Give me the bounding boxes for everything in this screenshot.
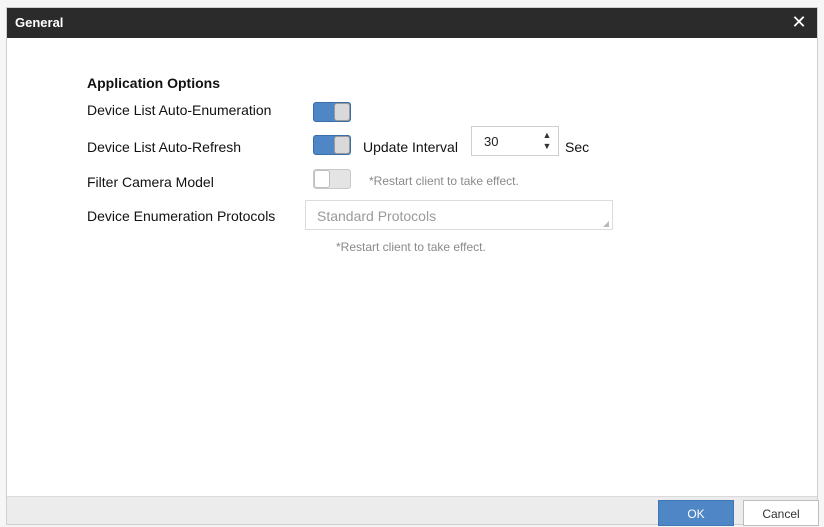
toggle-knob — [334, 136, 350, 154]
dialog-title: General — [15, 15, 64, 30]
toggle-knob — [314, 170, 330, 188]
toggle-knob — [334, 103, 350, 121]
dialog-content: Application Options Device List Auto-Enu… — [7, 38, 817, 498]
dialog-footer: OK Cancel — [7, 496, 819, 526]
enum-protocols-value: Standard Protocols — [317, 208, 437, 224]
cancel-button[interactable]: Cancel — [743, 500, 819, 526]
filter-camera-label: Filter Camera Model — [87, 174, 214, 190]
update-interval-label: Update Interval — [363, 139, 458, 155]
auto-refresh-label: Device List Auto-Refresh — [87, 139, 242, 155]
auto-enumeration-toggle[interactable] — [313, 102, 351, 122]
filter-camera-hint: *Restart client to take effect. — [369, 174, 519, 188]
auto-refresh-toggle[interactable] — [313, 135, 351, 155]
auto-enumeration-label: Device List Auto-Enumeration — [87, 102, 272, 118]
interval-unit-label: Sec — [565, 139, 590, 155]
dialog-titlebar: General ✕ — [7, 8, 817, 38]
filter-camera-toggle[interactable] — [313, 169, 351, 189]
resize-grip-icon — [603, 221, 609, 227]
update-interval-spinbox[interactable]: 30 ▲ ▼ — [471, 126, 559, 156]
spin-up-icon[interactable]: ▲ — [542, 130, 552, 140]
enum-protocols-hint: *Restart client to take effect. — [336, 240, 486, 254]
section-title: Application Options — [87, 75, 220, 91]
close-icon[interactable]: ✕ — [789, 12, 809, 32]
update-interval-value: 30 — [484, 134, 499, 149]
ok-button[interactable]: OK — [658, 500, 734, 526]
enum-protocols-label: Device Enumeration Protocols — [87, 208, 276, 224]
general-dialog: General ✕ Application Options Device Lis… — [6, 7, 819, 526]
enum-protocols-select[interactable]: Standard Protocols — [305, 200, 613, 230]
spin-down-icon[interactable]: ▼ — [542, 141, 552, 151]
